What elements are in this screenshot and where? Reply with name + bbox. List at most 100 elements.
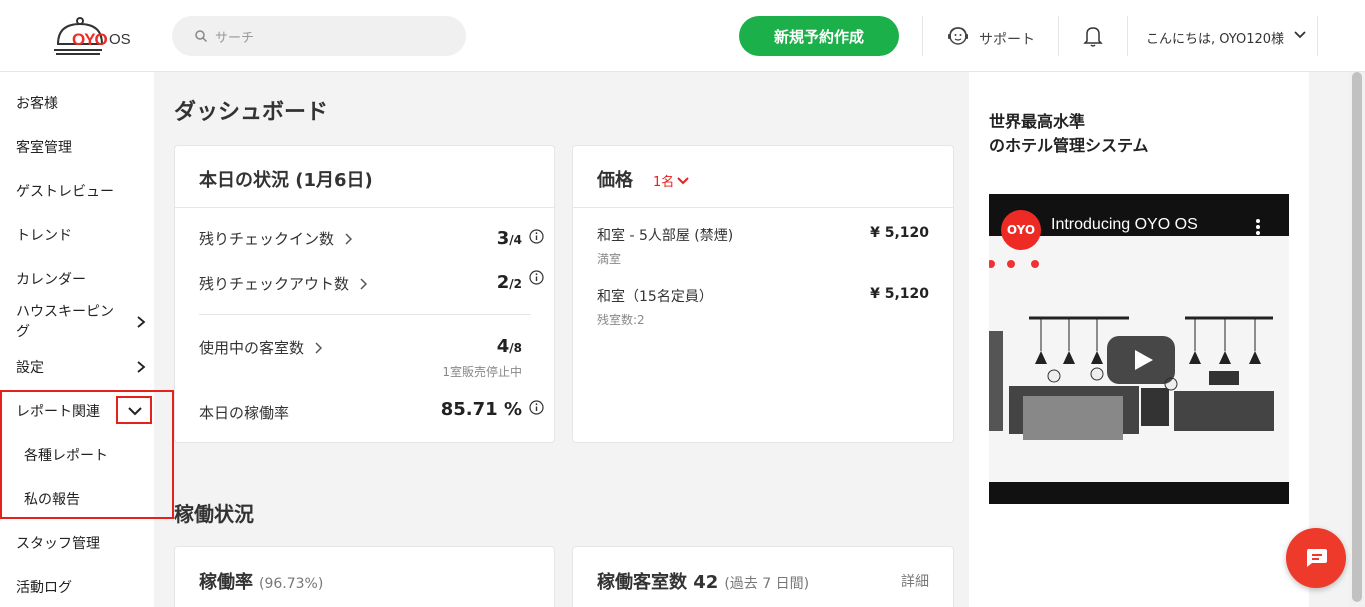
rooms-in-use-count: 4 <box>496 336 510 357</box>
chevron-right-icon <box>345 232 353 245</box>
guest-count: 1名 <box>653 175 675 190</box>
price-card: 価格 1名 和室 - 5人部屋 (禁煙) ¥ 5,120 満室 和室（15名定員… <box>572 145 954 443</box>
sidebar-item-label: ハウスキーピング <box>16 304 114 340</box>
sidebar-item-label: 客室管理 <box>16 140 72 156</box>
chevron-right-icon <box>137 361 146 373</box>
chevron-down-icon[interactable] <box>1294 31 1306 39</box>
sidebar-item-housekeeping[interactable]: ハウスキーピング <box>16 302 146 342</box>
divider <box>922 16 923 56</box>
logo-text: OYO <box>72 30 108 49</box>
rooms-in-use-link[interactable]: 使用中の客室数 <box>199 337 323 358</box>
occupancy-rate-value: 85.71 % <box>440 399 522 420</box>
info-icon[interactable] <box>529 229 544 244</box>
checkout-label: 残りチェックアウト数 <box>199 275 350 293</box>
sidebar-item-customers[interactable]: お客様 <box>16 93 146 113</box>
checkin-total: /4 <box>509 233 522 247</box>
support-link[interactable]: サポート <box>979 29 1035 49</box>
room-status: 残室数:2 <box>597 313 645 327</box>
sidebar-subitem-reports[interactable]: 各種レポート <box>24 445 108 465</box>
rooms-note: 1室販売停止中 <box>442 365 522 379</box>
sidebar-item-activity-log[interactable]: 活動ログ <box>16 577 146 597</box>
card-title: 稼働率 <box>199 572 253 593</box>
sidebar-item-settings[interactable]: 設定 <box>16 357 146 377</box>
occupancy-card-header: 稼働率 (96.73%) <box>199 568 323 594</box>
sidebar-item-calendar[interactable]: カレンダー <box>16 269 146 289</box>
more-options-icon[interactable] <box>1255 218 1261 236</box>
search-placeholder: サーチ <box>215 31 255 46</box>
scrollbar-thumb[interactable] <box>1352 72 1362 602</box>
checkout-value: 2/2 <box>497 272 522 293</box>
chevron-down-icon <box>128 407 142 416</box>
sidebar-item-label: トレンド <box>16 228 72 244</box>
occupancy-label-text: 本日の稼働率 <box>199 404 290 422</box>
occupancy-rate-label: 本日の稼働率 <box>199 402 289 423</box>
sidebar-item-label: 設定 <box>16 360 44 376</box>
room-price: ¥ 5,120 <box>870 225 929 241</box>
scrollbar[interactable] <box>1349 72 1365 607</box>
oyo-logo[interactable]: OYO OS <box>52 14 132 58</box>
sidebar-item-staff[interactable]: スタッフ管理 <box>16 533 146 553</box>
chevron-down-icon <box>677 176 689 184</box>
oyo-channel-logo[interactable]: OYO <box>1001 210 1041 250</box>
checkin-label: 残りチェックイン数 <box>199 230 335 248</box>
checkout-link[interactable]: 残りチェックアウト数 <box>199 273 368 294</box>
play-icon <box>1135 350 1153 370</box>
chevron-right-icon <box>315 341 323 354</box>
divider <box>199 314 531 315</box>
rooms-in-use-value: 4/8 <box>497 336 522 357</box>
divider <box>1317 16 1318 56</box>
today-status-card: 本日の状況 (1月6日) 残りチェックイン数 3/4 残りチェックアウト数 2/… <box>174 145 555 443</box>
info-icon[interactable] <box>529 270 544 285</box>
card-title: 稼働客室数 42 <box>597 572 719 593</box>
section-title: 稼働状況 <box>174 502 254 526</box>
play-button[interactable] <box>1107 336 1175 384</box>
promo-title-line: のホテル管理システム <box>989 136 1149 155</box>
detail-link[interactable]: 詳細 <box>901 571 929 591</box>
card-title: 本日の状況 (1月6日) <box>199 170 373 191</box>
checkout-count: 2 <box>496 272 510 293</box>
guest-count-dropdown[interactable]: 1名 <box>653 171 689 190</box>
video-player[interactable]: OYO Introducing OYO OS <box>989 194 1289 504</box>
bell-icon[interactable] <box>1083 24 1103 48</box>
room-name: 和室 - 5人部屋 (禁煙) <box>597 228 734 244</box>
sidebar-item-label: 活動ログ <box>16 580 72 596</box>
room-price: ¥ 5,120 <box>870 286 929 302</box>
checkin-count: 3 <box>496 228 510 249</box>
sidebar-item-label: カレンダー <box>16 272 86 288</box>
room-status: 満室 <box>597 252 622 266</box>
rooms-in-use-total: /8 <box>509 341 522 355</box>
sidebar-item-label: レポート関連 <box>16 404 100 420</box>
checkin-link[interactable]: 残りチェックイン数 <box>199 228 353 249</box>
video-title[interactable]: Introducing OYO OS <box>1051 216 1198 234</box>
reports-expand-button[interactable] <box>116 396 152 424</box>
chevron-right-icon <box>137 316 146 328</box>
sidebar-item-label: お客様 <box>16 96 58 112</box>
card-title: 価格 <box>597 170 633 191</box>
checkout-total: /2 <box>509 277 522 291</box>
sidebar-item-label: ゲストレビュー <box>16 184 114 200</box>
sidebar-item-reviews[interactable]: ゲストレビュー <box>16 181 146 201</box>
new-booking-button[interactable]: 新規予約作成 <box>739 16 899 56</box>
divider <box>1058 16 1059 56</box>
info-icon[interactable] <box>529 400 544 415</box>
chat-button[interactable] <box>1286 528 1346 588</box>
promo-title-line: 世界最高水準 <box>989 112 1086 131</box>
occupancy-percent: (96.73%) <box>259 576 324 592</box>
sidebar-item-trends[interactable]: トレンド <box>16 225 146 245</box>
promo-panel: 世界最高水準 のホテル管理システム OYO Introducing OYO OS <box>969 72 1309 607</box>
promo-title: 世界最高水準 のホテル管理システム <box>989 110 1149 158</box>
sidebar-subitem-my-reports[interactable]: 私の報告 <box>24 489 80 509</box>
support-icon[interactable] <box>947 25 969 47</box>
top-header: OYO OS サーチ 新規予約作成 サポート こんにちは, OYO120様 <box>0 0 1365 72</box>
card-header: 本日の状況 (1月6日) <box>175 146 554 208</box>
room-name: 和室（15名定員） <box>597 289 713 305</box>
rooms-in-use-label: 使用中の客室数 <box>199 339 305 357</box>
chevron-right-icon <box>360 277 368 290</box>
chat-icon <box>1307 549 1327 567</box>
period-label: (過去 7 日間) <box>724 576 810 592</box>
user-greeting[interactable]: こんにちは, OYO120様 <box>1146 28 1284 47</box>
sidebar-item-rooms[interactable]: 客室管理 <box>16 137 146 157</box>
card-header: 価格 1名 <box>573 146 953 208</box>
search-input[interactable]: サーチ <box>172 16 466 56</box>
rooms-occupied-card: 稼働客室数 42 (過去 7 日間) 詳細 <box>572 546 954 607</box>
